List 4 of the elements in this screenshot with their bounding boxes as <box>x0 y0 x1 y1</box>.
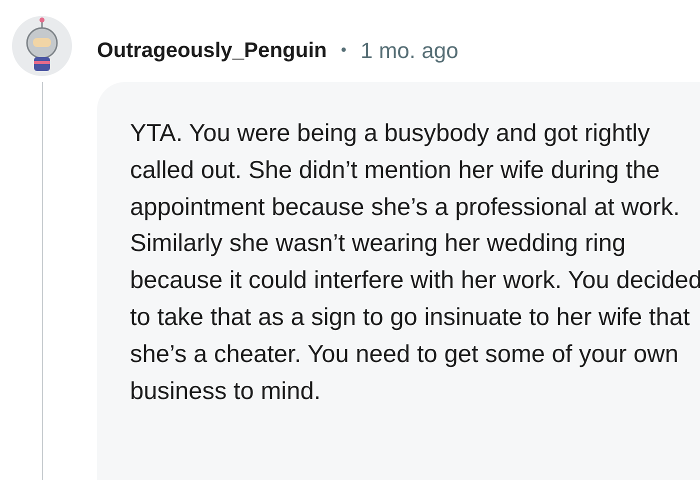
username[interactable]: Outrageously_Penguin <box>97 39 327 63</box>
avatar-icon[interactable] <box>12 16 72 76</box>
timestamp: 1 mo. ago <box>360 38 458 64</box>
separator-dot: • <box>340 42 346 60</box>
